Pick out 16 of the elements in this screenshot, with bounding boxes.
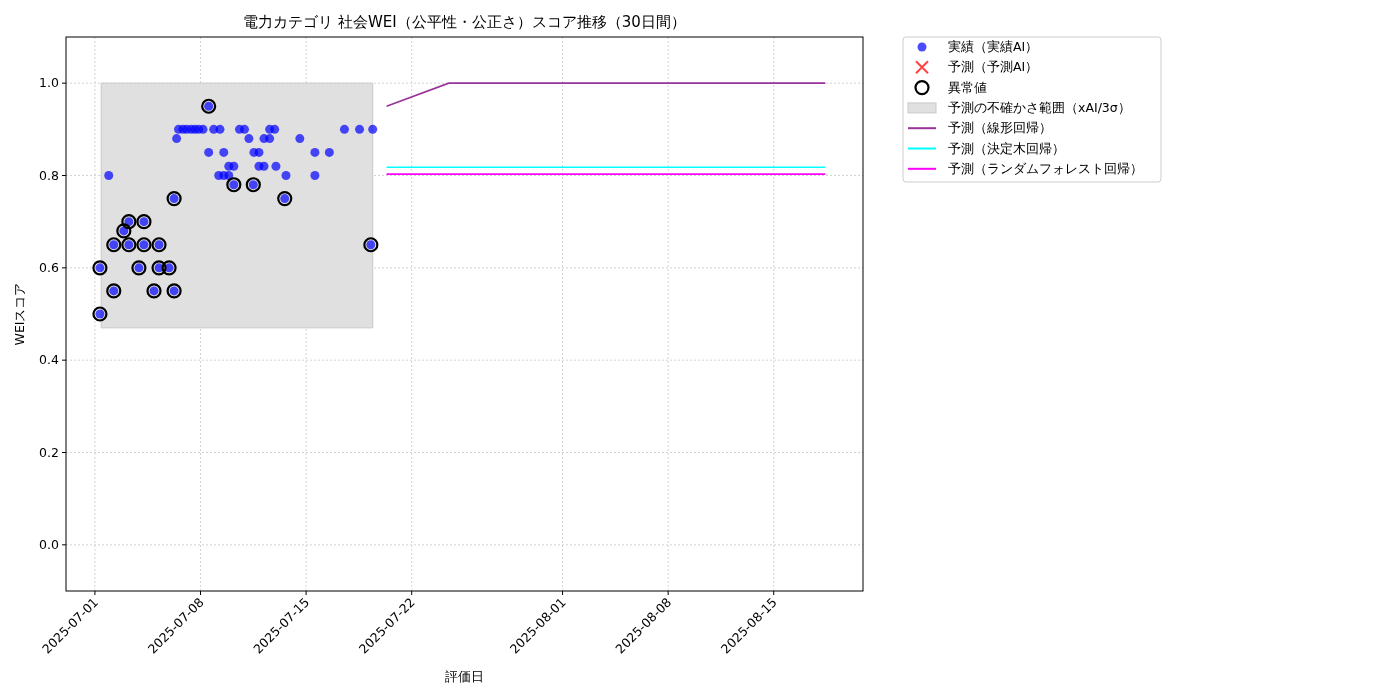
y-tick-label: 0.0 xyxy=(39,536,59,552)
legend-label: 予測の不確かさ範囲（xAI/3σ） xyxy=(948,99,1131,115)
y-axis-label: WEIスコア xyxy=(12,282,27,346)
legend-label: 予測（ランダムフォレスト回帰） xyxy=(948,160,1143,176)
legend-label: 予測（線形回帰） xyxy=(948,120,1052,136)
legend-label: 予測（予測AI） xyxy=(948,59,1039,75)
x-axis-label: 評価日 xyxy=(445,669,484,684)
y-tick-label: 0.2 xyxy=(39,444,59,460)
y-tick-label: 0.6 xyxy=(39,259,59,275)
legend-label: 予測（決定木回帰） xyxy=(948,140,1065,156)
legend-label: 異常値 xyxy=(948,79,987,95)
y-tick-label: 0.4 xyxy=(39,352,59,368)
chart-title: 電力カテゴリ 社会WEI（公平性・公正さ）スコア推移（30日間） xyxy=(243,13,686,31)
y-tick-label: 0.8 xyxy=(39,167,59,183)
legend-label: 実績（実績AI） xyxy=(948,39,1039,54)
y-tick-label: 1.0 xyxy=(39,75,59,91)
